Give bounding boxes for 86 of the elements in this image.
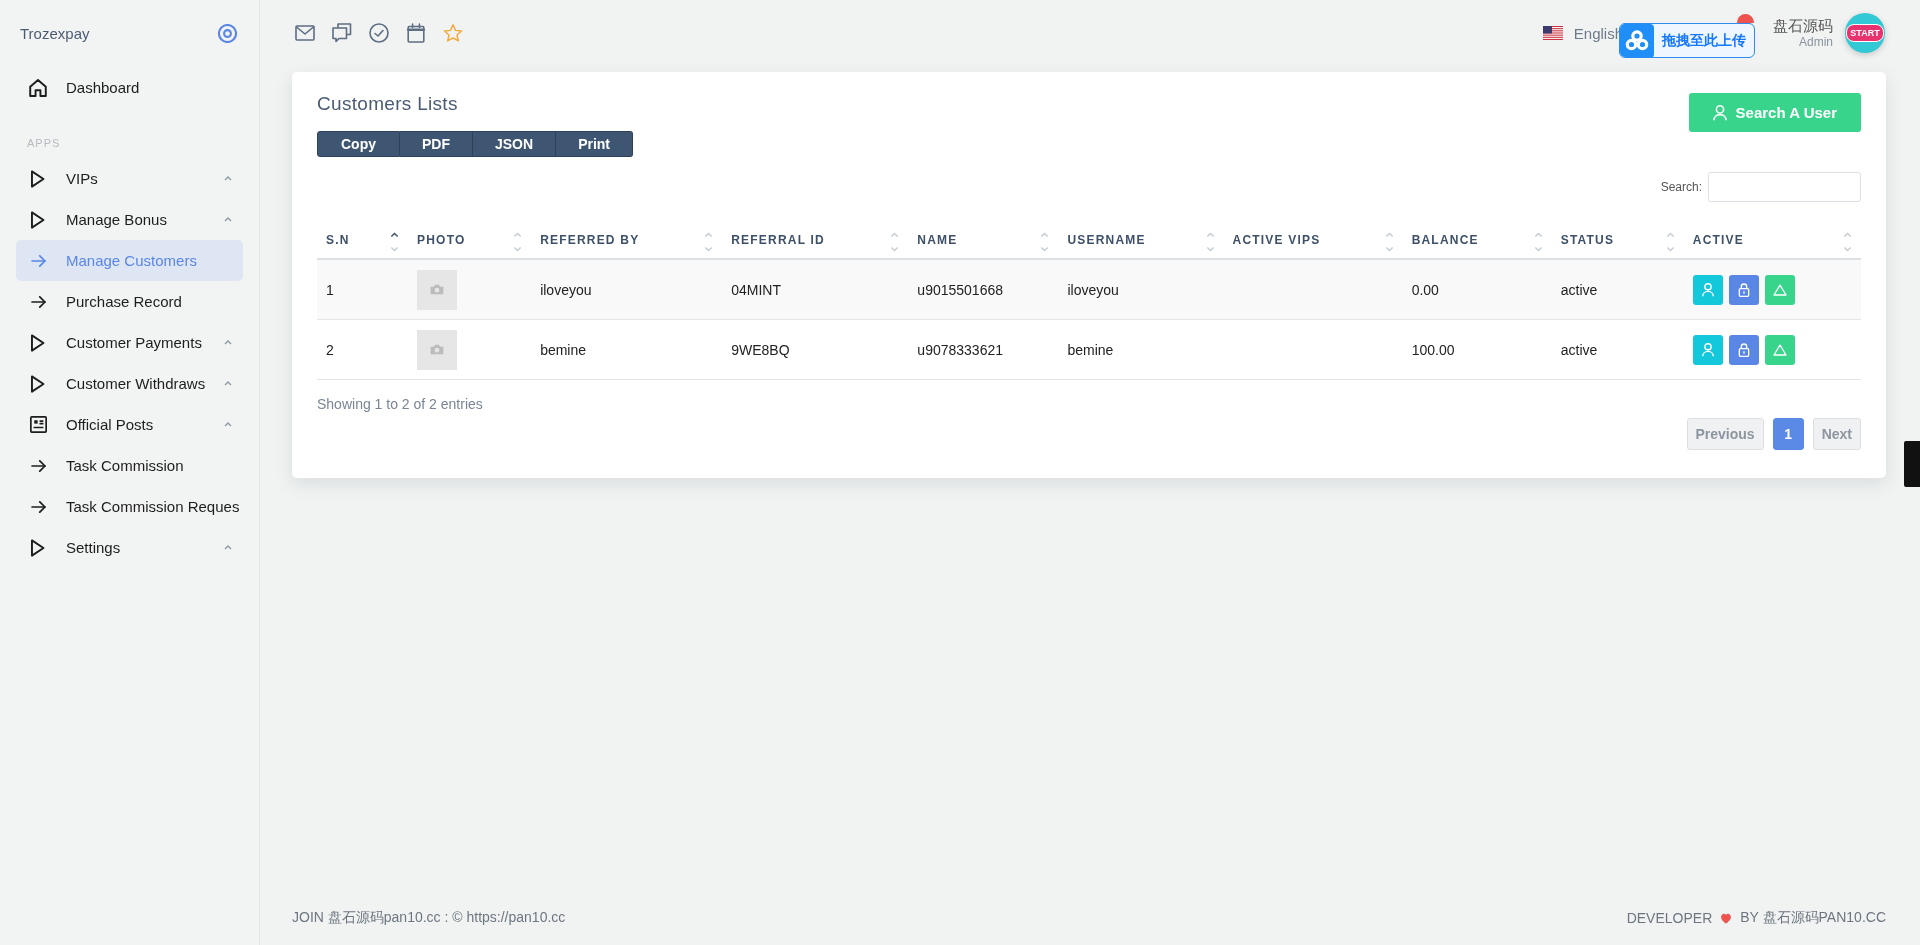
play-icon [31, 538, 45, 557]
table-cell: active [1551, 259, 1684, 320]
profile-button[interactable] [1692, 274, 1723, 305]
chevron-up-icon [224, 340, 232, 345]
chat-icon[interactable] [332, 23, 352, 43]
chevron-up-icon [224, 545, 232, 550]
export-button[interactable]: Copy [317, 131, 400, 157]
sidebar-item[interactable]: VIPs [16, 158, 243, 199]
sidebar-item[interactable]: Customer Withdraws [16, 363, 243, 404]
credit-text: BY 盘石源码PAN10.CC [1740, 909, 1886, 927]
camera-icon [430, 344, 445, 355]
copyright-text: JOIN 盘石源码pan10.cc : © https://pan10.cc [292, 909, 566, 927]
newspaper-icon [29, 416, 47, 433]
check-circle-icon[interactable] [369, 23, 389, 43]
table-cell: u9078333621 [908, 319, 1059, 380]
sidebar-item[interactable]: Task Commission [16, 445, 243, 486]
camera-icon [430, 284, 445, 295]
sidebar-item[interactable]: Settings [16, 527, 243, 568]
export-button[interactable]: PDF [400, 131, 473, 157]
user-role: Admin [1799, 34, 1833, 50]
sidebar-item[interactable]: Task Commission Reques [16, 486, 243, 527]
lock-icon [1736, 282, 1751, 297]
export-button[interactable]: Print [556, 131, 633, 157]
chevron-up-icon [224, 422, 232, 427]
play-icon [31, 169, 45, 188]
sidebar-item[interactable]: Purchase Record [16, 281, 243, 322]
warning-button[interactable] [1764, 334, 1795, 365]
lock-button[interactable] [1728, 274, 1759, 305]
arrow-icon [30, 500, 46, 513]
play-icon [31, 333, 45, 352]
user-name: 盘石源码 [1773, 16, 1833, 35]
table-cell: bemine [531, 319, 723, 380]
avatar[interactable]: START [1845, 13, 1885, 53]
arrow-icon [30, 295, 46, 308]
section-label: APPS [26, 136, 62, 151]
calendar-icon[interactable] [406, 23, 426, 43]
table-cell: 100.00 [1402, 319, 1552, 380]
entries-info: Showing 1 to 2 of 2 entries [317, 396, 484, 412]
brand-name: Trozexpay [20, 25, 90, 42]
table-cell: 9WE8BQ [722, 319, 909, 380]
play-icon [31, 374, 45, 393]
table-cell: iloveyou [1058, 259, 1224, 320]
export-button[interactable]: JSON [473, 131, 557, 157]
side-panel-tab[interactable] [1904, 441, 1920, 487]
user-icon [1700, 282, 1715, 297]
table-cell: u9015501668 [908, 259, 1059, 320]
lock-icon [1736, 342, 1751, 357]
target-icon[interactable] [218, 24, 237, 43]
chevron-up-icon [224, 217, 232, 222]
lock-button[interactable] [1728, 334, 1759, 365]
arrow-icon [30, 459, 46, 472]
triangle-icon [1772, 282, 1787, 297]
search-field[interactable] [1708, 172, 1861, 202]
profile-button[interactable] [1692, 334, 1723, 365]
notification-badge-icon[interactable] [1737, 14, 1754, 23]
table-cell: 2 [317, 319, 409, 380]
table-cell: bemine [1058, 319, 1224, 380]
table-cell: 0.00 [1402, 259, 1552, 320]
search-label: Search: [1660, 180, 1702, 194]
table-cell: iloveyou [531, 259, 723, 320]
mail-icon[interactable] [295, 23, 315, 43]
sort-icon[interactable] [390, 231, 400, 253]
warning-button[interactable] [1764, 274, 1795, 305]
flag-icon [1542, 26, 1563, 40]
arrow-icon [30, 254, 46, 267]
chevron-up-icon [224, 381, 232, 386]
sidebar-item[interactable]: Customer Payments [16, 322, 243, 363]
table-cell: 04MINT [722, 259, 909, 320]
play-icon [31, 210, 45, 229]
star-icon[interactable] [443, 23, 463, 43]
credit-text: DEVELOPER [1626, 910, 1713, 926]
upload-widget[interactable]: 拖拽至此上传 [1619, 23, 1755, 58]
table-cell: active [1551, 319, 1684, 380]
sidebar-item[interactable]: Official Posts [16, 404, 243, 445]
sidebar-item[interactable]: Dashboard [16, 67, 243, 108]
sidebar-item[interactable]: Manage Bonus [16, 199, 243, 240]
home-icon [29, 78, 47, 97]
heart-icon [1720, 912, 1733, 924]
rings-icon [1620, 24, 1654, 57]
user-icon [1712, 104, 1727, 121]
triangle-icon [1772, 342, 1787, 357]
avatar-label: START [1846, 24, 1884, 42]
chevron-up-icon [224, 176, 232, 181]
table-cell: 1 [317, 259, 409, 320]
user-icon [1700, 342, 1715, 357]
card-title: Customers Lists [317, 92, 459, 116]
